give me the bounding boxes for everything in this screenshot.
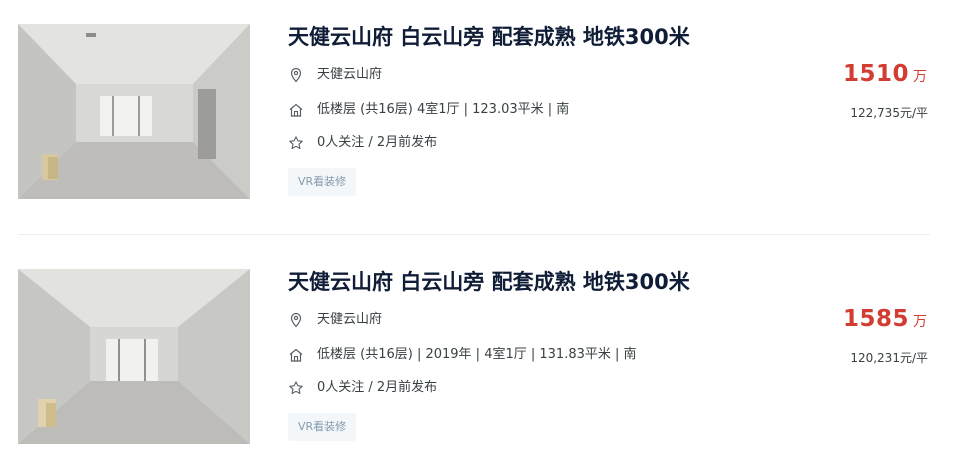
community-link[interactable]: 天健云山府 — [317, 66, 382, 84]
total-price-value: 1585 — [842, 306, 909, 332]
house-info-text: 低楼层 (共16层) 4室1厅 | 123.03平米 | 南 — [317, 102, 570, 117]
listing-photo[interactable] — [18, 269, 250, 444]
location-pin-icon — [290, 67, 302, 83]
total-price-unit: 万 — [913, 314, 927, 330]
community-link[interactable]: 天健云山府 — [317, 311, 382, 329]
total-price: 1510 万 — [843, 61, 927, 87]
listing-divider — [18, 234, 930, 235]
listing-item[interactable]: 天健云山府 白云山旁 配套成熟 地铁300米 天健云山府 低楼层 (共16层) … — [18, 269, 930, 444]
unit-price: 120,231元/平 — [850, 351, 928, 365]
total-price-unit: 万 — [913, 69, 927, 85]
house-icon — [289, 103, 303, 117]
location-pin-icon — [290, 312, 302, 328]
total-price: 1585 万 — [843, 306, 927, 332]
unit-price: 122,735元/平 — [850, 106, 928, 120]
follow-info-text: 0人关注 / 2月前发布 — [317, 135, 438, 150]
house-icon — [289, 348, 303, 362]
vr-tag[interactable]: VR看装修 — [288, 168, 357, 196]
listing-title[interactable]: 天健云山府 白云山旁 配套成熟 地铁300米 — [288, 269, 690, 295]
vr-tag[interactable]: VR看装修 — [288, 413, 357, 441]
house-info-text: 低楼层 (共16层) | 2019年 | 4室1厅 | 131.83平米 | 南 — [317, 347, 637, 362]
follow-info-text: 0人关注 / 2月前发布 — [317, 380, 438, 395]
listing-photo[interactable] — [18, 24, 250, 199]
star-icon — [289, 381, 303, 395]
star-icon — [289, 136, 303, 150]
listing-item[interactable]: 天健云山府 白云山旁 配套成熟 地铁300米 天健云山府 低楼层 (共16层) … — [18, 24, 930, 199]
listing-list: 天健云山府 白云山旁 配套成熟 地铁300米 天健云山府 低楼层 (共16层) … — [0, 0, 953, 456]
listing-title[interactable]: 天健云山府 白云山旁 配套成熟 地铁300米 — [288, 24, 690, 50]
total-price-value: 1510 — [842, 61, 909, 87]
